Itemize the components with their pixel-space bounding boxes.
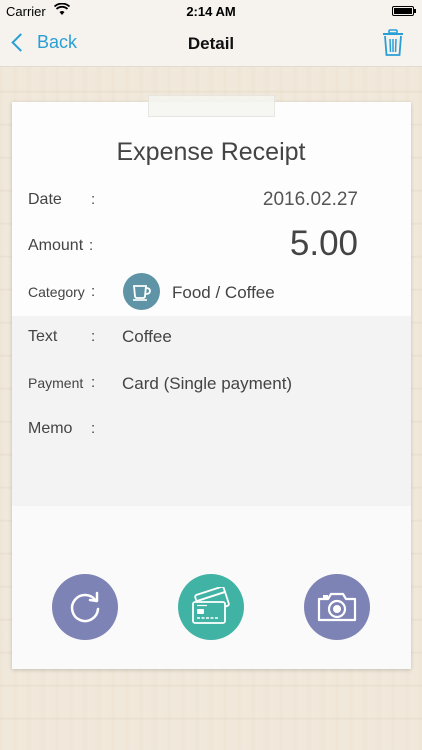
amount-label: Amount xyxy=(28,237,84,254)
date-colon: : xyxy=(91,191,96,208)
date-value[interactable]: 2016.02.27 xyxy=(263,189,358,211)
text-label: Text xyxy=(28,328,58,345)
battery-icon xyxy=(392,6,416,16)
date-label: Date xyxy=(28,191,62,208)
navigation-bar: Back Detail xyxy=(0,22,422,67)
status-bar: Carrier 2:14 AM xyxy=(0,0,422,22)
refresh-button[interactable] xyxy=(52,574,118,640)
memo-colon: : xyxy=(91,420,96,437)
amount-value[interactable]: 5.00 xyxy=(290,224,358,264)
tape-decoration xyxy=(148,95,275,117)
memo-label: Memo xyxy=(28,420,73,437)
camera-button[interactable] xyxy=(304,574,370,640)
receipt-title: Expense Receipt xyxy=(116,138,306,166)
trash-icon[interactable] xyxy=(382,29,404,62)
text-colon: : xyxy=(91,328,96,345)
payment-colon: : xyxy=(91,374,96,391)
amount-colon: : xyxy=(89,237,94,254)
camera-icon xyxy=(317,592,357,622)
category-label: Category xyxy=(28,284,85,300)
category-colon: : xyxy=(91,283,96,300)
page-title: Detail xyxy=(187,34,235,53)
payment-card-button[interactable] xyxy=(178,574,244,640)
text-value[interactable]: Coffee xyxy=(122,327,172,347)
refresh-icon xyxy=(70,591,100,623)
credit-card-icon xyxy=(192,587,230,624)
payment-value[interactable]: Card (Single payment) xyxy=(122,374,292,394)
payment-label: Payment xyxy=(28,375,84,391)
coffee-cup-icon[interactable] xyxy=(123,273,160,310)
status-time: 2:14 AM xyxy=(186,4,236,19)
category-value[interactable]: Food / Coffee xyxy=(172,283,275,303)
